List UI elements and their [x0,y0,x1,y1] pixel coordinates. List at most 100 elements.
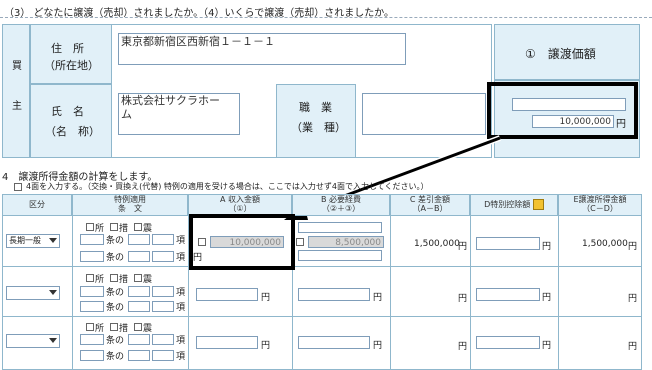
check-shin-label: 震 [143,275,153,285]
yen-label: 円 [628,294,638,304]
col-divider [558,216,559,370]
jo-no-label: 条の [106,303,125,313]
deduction-input[interactable] [476,237,540,250]
yen-label: 円 [193,253,203,263]
col-a-line-1: A 収入金額 [219,195,260,204]
yen-label: 円 [373,293,383,303]
divider [0,17,652,18]
expense-input[interactable] [298,336,370,349]
yen-label: 円 [458,342,468,352]
article-input[interactable] [80,301,104,312]
article-sub-input[interactable] [152,334,174,345]
income-input[interactable] [196,288,258,301]
article-input[interactable] [80,334,104,345]
article-input[interactable] [80,350,104,361]
article-sub-input[interactable] [152,286,174,297]
col-tokurei-line-1: 特例適用 [114,195,146,204]
article-sub-input[interactable] [152,301,174,312]
article-sub-input[interactable] [128,301,150,312]
article-sub-input[interactable] [152,350,174,361]
col-b-line-1: B 必要経費 [320,195,362,204]
name-label-sub: （名 称） [45,125,100,138]
check-sho-label: 所 [95,275,105,285]
col-e-line-2: （C－D） [582,204,618,213]
ko-label: 項 [176,288,186,298]
income-input[interactable]: 10,000,000 [210,236,284,248]
article-sub-input[interactable] [152,234,174,245]
check-sho[interactable] [86,223,94,231]
check-so[interactable] [110,223,118,231]
yen-label: 円 [261,293,271,303]
col-e-line-1: E譲渡所得金額 [573,195,627,204]
check-sho[interactable] [86,274,94,282]
jo-no-label: 条の [106,336,125,346]
col-c-line-2: （A－B） [412,204,448,213]
col-d: D特別控除額 [470,194,558,216]
expense-checkbox[interactable] [296,238,304,246]
chevron-down-icon [49,290,57,295]
article-input[interactable] [80,234,104,245]
name-input[interactable]: 株式会社サクラホー ム [118,93,240,135]
check-shin[interactable] [134,223,142,231]
article-sub-input[interactable] [128,286,150,297]
ko-label: 項 [176,253,186,263]
yen-label: 円 [542,293,552,303]
price-input[interactable]: 10,000,000 [532,115,614,128]
expense-input[interactable]: 8,500,000 [308,236,384,248]
col-a-line-2: （①） [228,204,252,213]
occupation-input[interactable] [362,93,486,135]
page4-checkbox[interactable] [14,183,22,191]
article-sub-input[interactable] [152,251,174,262]
income-checkbox[interactable] [198,238,206,246]
article-input[interactable] [80,251,104,262]
deduction-input[interactable] [476,288,540,301]
check-shin-label: 震 [143,224,153,234]
check-shin[interactable] [134,323,142,331]
address-input[interactable]: 東京都新宿区西新宿１－１－１ [118,33,406,65]
expense-detail-input[interactable] [298,222,382,233]
jo-no-label: 条の [106,253,125,263]
occupation-label: 職 業 [299,101,332,114]
chevron-down-icon [49,238,57,243]
kubun-select[interactable]: 長期一般 [6,234,60,248]
income-input[interactable] [196,336,258,349]
jo-no-label: 条の [106,352,125,362]
check-shin-label: 震 [143,324,153,334]
yen-label: 円 [458,294,468,304]
yen-label: 円 [628,342,638,352]
expense-detail-input[interactable] [298,250,382,261]
yen-label: 円 [261,341,271,351]
deduction-input[interactable] [476,336,540,349]
buyer-side-label: 買 主 [2,24,30,158]
kubun-select[interactable] [6,334,60,348]
buyer-label-bottom: 主 [12,101,22,112]
price-blank-input[interactable] [512,98,626,111]
check-sho[interactable] [86,323,94,331]
kubun-select[interactable] [6,286,60,300]
kubun-select-value: 長期一般 [9,236,41,245]
article-input[interactable] [80,286,104,297]
price-header: ① 譲渡価額 [525,47,596,61]
ko-label: 項 [176,303,186,313]
check-sho-label: 所 [95,324,105,334]
ko-label: 項 [176,236,186,246]
article-sub-input[interactable] [128,234,150,245]
yen-label: 円 [542,341,552,351]
ko-label: 項 [176,336,186,346]
yen-label: 円 [458,242,468,252]
col-b: B 必要経費 （②＋③） [292,194,390,216]
col-a: A 収入金額 （①） [188,194,292,216]
col-divider [470,216,471,370]
col-e: E譲渡所得金額 （C－D） [558,194,642,216]
expense-input[interactable] [298,288,370,301]
col-c-line-1: C 差引金額 [409,195,451,204]
check-shin[interactable] [134,274,142,282]
jo-no-label: 条の [106,236,125,246]
check-so[interactable] [110,323,118,331]
check-so[interactable] [110,274,118,282]
check-sho-label: 所 [95,224,105,234]
article-sub-input[interactable] [128,350,150,361]
help-icon[interactable] [532,199,544,210]
article-sub-input[interactable] [128,251,150,262]
article-sub-input[interactable] [128,334,150,345]
